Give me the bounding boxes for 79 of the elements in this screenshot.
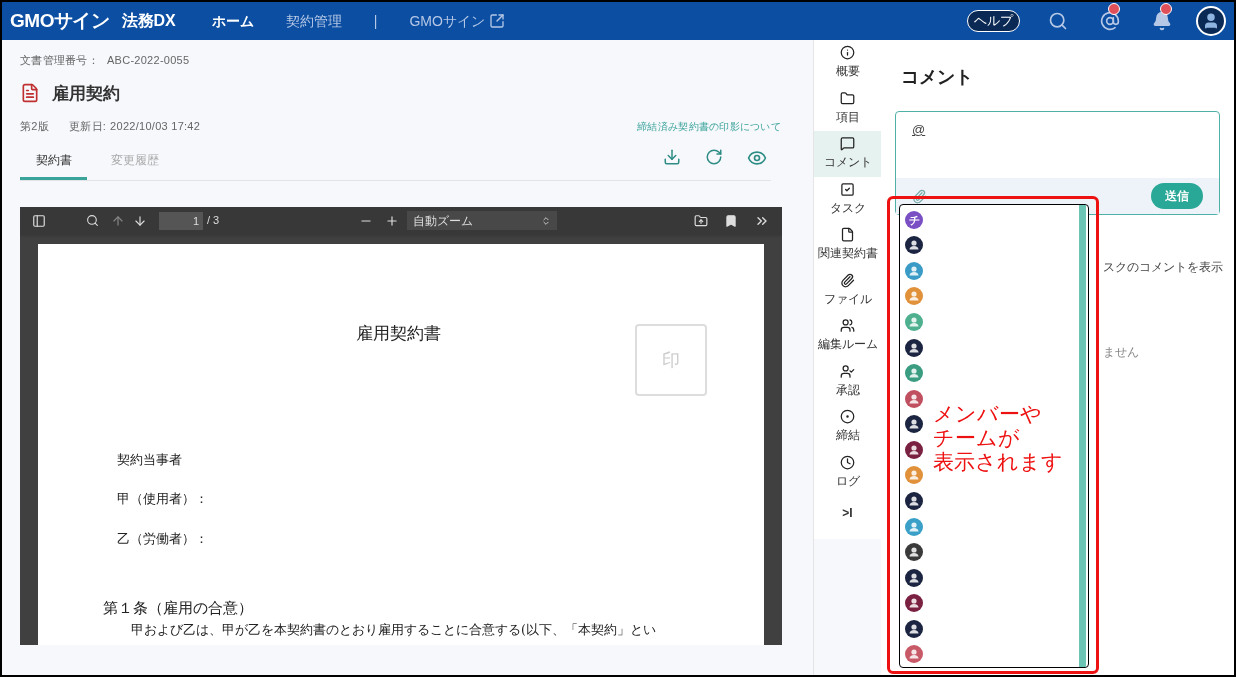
article-text: 甲および乙は、甲が乙を本契約書のとおり雇用することに合意する(以下、「本契約」とい [131,620,656,639]
document-icon [840,227,855,243]
comment-icon [840,136,855,152]
mention-icon[interactable] [1100,11,1120,31]
select-arrows-icon [541,215,552,226]
paperclip-icon [840,272,855,288]
user-avatar[interactable] [905,440,923,459]
bell-icon[interactable] [1152,11,1172,31]
sidebar-item[interactable]: 承認 [814,358,881,404]
user-avatar[interactable] [905,594,923,613]
external-link[interactable]: GMOサイン [409,10,505,32]
updated-label: 更新日: [68,119,107,134]
sidebar-item[interactable]: コメント [814,131,881,177]
checkbox-icon [840,181,855,197]
zoom-select[interactable]: 自動ズーム [407,211,558,230]
target-icon [840,409,855,425]
page-count: / 3 [207,213,220,229]
user-avatar[interactable] [905,619,923,638]
sidebar-item[interactable]: ログ [814,449,881,495]
search-icon[interactable] [1048,11,1068,31]
help-button[interactable]: ヘルプ [967,10,1020,32]
collapse-button[interactable]: >I [814,495,881,531]
user-avatar[interactable] [905,236,923,255]
sidebar-item[interactable]: 編集ルーム [814,313,881,359]
team-avatar[interactable]: チ [905,210,923,229]
refresh-icon[interactable] [705,147,723,166]
article-heading: 第１条（雇用の合意） [103,597,253,619]
bookmark-icon[interactable] [724,213,738,228]
sidebar-item[interactable]: 項目 [814,85,881,131]
open-file-icon[interactable] [694,213,708,228]
document-title: 雇用契約 [52,82,120,105]
sidebar-item[interactable]: 締結 [814,404,881,450]
annotation-text: チームが [933,426,1021,450]
sidebar-item[interactable]: タスク [814,176,881,222]
up-arrow-icon[interactable] [111,213,125,228]
scrollbar[interactable] [1079,205,1086,667]
empty-message: ません [1103,344,1139,361]
zoom-in-icon[interactable] [385,213,400,228]
info-icon [840,45,855,61]
user-avatar[interactable] [905,338,923,357]
user-avatar[interactable] [905,568,923,587]
down-arrow-icon[interactable] [133,213,147,228]
sidebar-item[interactable]: 関連契約書 [814,222,881,268]
party-b-label: 乙（労働者）： [117,529,208,548]
group-icon [840,318,855,334]
party-a-label: 甲（使用者）： [117,490,208,508]
annotation-text: 表示されます [933,450,1063,474]
pdf-file-icon [20,83,40,104]
nav-link[interactable]: ホーム [211,10,254,32]
user-avatar[interactable] [905,415,923,434]
search-icon[interactable] [86,214,99,227]
user-avatar[interactable] [905,491,923,510]
external-link-icon [488,13,505,29]
task-comments-toggle-label[interactable]: スクのコメントを表示 [1103,258,1223,276]
download-icon[interactable] [663,147,681,166]
annotation-text: メンバーや [933,402,1043,426]
product-name: 法務DX [121,11,176,31]
page-title: 雇用契約書 [356,321,441,345]
version-label: 第2版 [20,119,49,134]
updated-date: 2022/10/03 17:42 [110,119,201,134]
tab[interactable]: 契約書 [20,142,87,180]
doc-number: ABC-2022-0055 [106,53,190,68]
page-number-field[interactable]: 1 [159,211,203,230]
parties-heading: 契約当事者 [117,450,183,469]
comment-input[interactable]: @ [896,112,1219,178]
attach-icon[interactable] [912,188,927,204]
doc-number-label: 文書管理番号： [20,53,99,68]
logo[interactable]: GMOサイン [10,6,110,36]
panel-title: コメント [901,66,974,89]
sidebar-item[interactable]: 概要 [814,40,881,86]
nav-separator: | [373,11,378,31]
user-avatar[interactable] [905,543,923,562]
sidebar-toggle-icon[interactable] [32,213,46,228]
avatar-icon[interactable] [1196,6,1226,36]
user-check-icon [840,363,855,379]
sidebar-item[interactable]: ファイル [814,267,881,313]
clock-icon [840,454,855,470]
folder-icon [840,90,855,106]
nav-link[interactable]: 契約管理 [285,10,342,32]
